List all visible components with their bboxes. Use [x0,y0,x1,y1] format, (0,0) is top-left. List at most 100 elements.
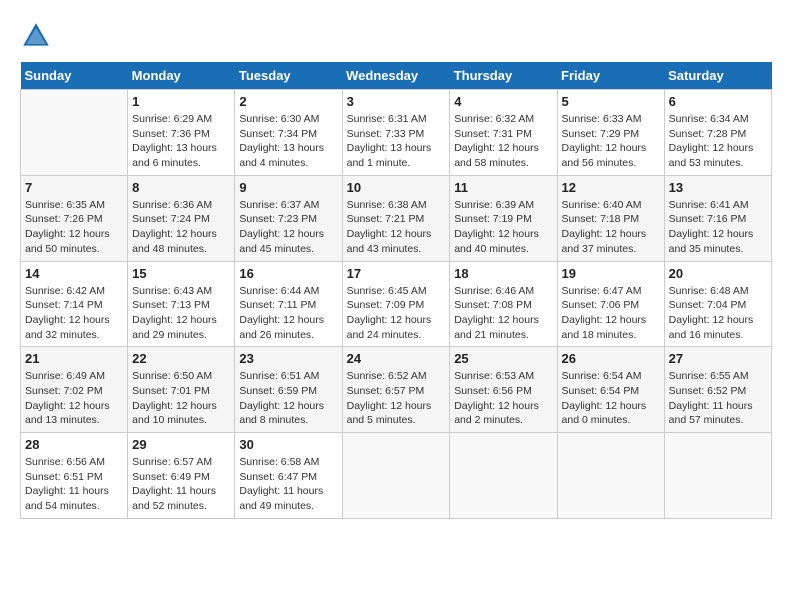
day-number: 7 [25,180,123,195]
day-number: 22 [132,351,230,366]
calendar-cell [342,433,450,519]
header-day: Saturday [664,62,771,90]
day-number: 25 [454,351,552,366]
day-info: Sunrise: 6:33 AMSunset: 7:29 PMDaylight:… [562,112,660,171]
day-number: 14 [25,266,123,281]
day-info: Sunrise: 6:49 AMSunset: 7:02 PMDaylight:… [25,369,123,428]
day-number: 24 [347,351,446,366]
day-number: 26 [562,351,660,366]
day-info: Sunrise: 6:54 AMSunset: 6:54 PMDaylight:… [562,369,660,428]
day-info: Sunrise: 6:46 AMSunset: 7:08 PMDaylight:… [454,284,552,343]
day-number: 21 [25,351,123,366]
calendar-cell: 27 Sunrise: 6:55 AMSunset: 6:52 PMDaylig… [664,347,771,433]
header-day: Tuesday [235,62,342,90]
calendar-table: SundayMondayTuesdayWednesdayThursdayFrid… [20,62,772,519]
day-number: 16 [239,266,337,281]
calendar-cell: 3 Sunrise: 6:31 AMSunset: 7:33 PMDayligh… [342,90,450,176]
calendar-cell: 28 Sunrise: 6:56 AMSunset: 6:51 PMDaylig… [21,433,128,519]
header-day: Friday [557,62,664,90]
day-info: Sunrise: 6:30 AMSunset: 7:34 PMDaylight:… [239,112,337,171]
calendar-cell: 8 Sunrise: 6:36 AMSunset: 7:24 PMDayligh… [128,175,235,261]
calendar-cell [557,433,664,519]
calendar-cell: 18 Sunrise: 6:46 AMSunset: 7:08 PMDaylig… [450,261,557,347]
calendar-cell: 6 Sunrise: 6:34 AMSunset: 7:28 PMDayligh… [664,90,771,176]
calendar-cell: 20 Sunrise: 6:48 AMSunset: 7:04 PMDaylig… [664,261,771,347]
calendar-cell: 12 Sunrise: 6:40 AMSunset: 7:18 PMDaylig… [557,175,664,261]
day-info: Sunrise: 6:48 AMSunset: 7:04 PMDaylight:… [669,284,767,343]
calendar-cell: 19 Sunrise: 6:47 AMSunset: 7:06 PMDaylig… [557,261,664,347]
day-info: Sunrise: 6:36 AMSunset: 7:24 PMDaylight:… [132,198,230,257]
day-info: Sunrise: 6:37 AMSunset: 7:23 PMDaylight:… [239,198,337,257]
calendar-cell [664,433,771,519]
calendar-cell: 10 Sunrise: 6:38 AMSunset: 7:21 PMDaylig… [342,175,450,261]
day-number: 3 [347,94,446,109]
calendar-week-row: 14 Sunrise: 6:42 AMSunset: 7:14 PMDaylig… [21,261,772,347]
day-number: 4 [454,94,552,109]
day-info: Sunrise: 6:35 AMSunset: 7:26 PMDaylight:… [25,198,123,257]
day-number: 28 [25,437,123,452]
calendar-cell: 25 Sunrise: 6:53 AMSunset: 6:56 PMDaylig… [450,347,557,433]
day-number: 10 [347,180,446,195]
calendar-cell: 21 Sunrise: 6:49 AMSunset: 7:02 PMDaylig… [21,347,128,433]
day-info: Sunrise: 6:44 AMSunset: 7:11 PMDaylight:… [239,284,337,343]
day-number: 9 [239,180,337,195]
day-number: 15 [132,266,230,281]
calendar-cell: 13 Sunrise: 6:41 AMSunset: 7:16 PMDaylig… [664,175,771,261]
day-info: Sunrise: 6:55 AMSunset: 6:52 PMDaylight:… [669,369,767,428]
day-number: 19 [562,266,660,281]
calendar-cell: 30 Sunrise: 6:58 AMSunset: 6:47 PMDaylig… [235,433,342,519]
header-day: Wednesday [342,62,450,90]
day-number: 20 [669,266,767,281]
logo-icon [20,20,52,52]
calendar-week-row: 1 Sunrise: 6:29 AMSunset: 7:36 PMDayligh… [21,90,772,176]
day-info: Sunrise: 6:57 AMSunset: 6:49 PMDaylight:… [132,455,230,514]
day-number: 17 [347,266,446,281]
page-header [20,20,772,52]
calendar-cell [450,433,557,519]
calendar-cell: 4 Sunrise: 6:32 AMSunset: 7:31 PMDayligh… [450,90,557,176]
day-info: Sunrise: 6:40 AMSunset: 7:18 PMDaylight:… [562,198,660,257]
day-info: Sunrise: 6:56 AMSunset: 6:51 PMDaylight:… [25,455,123,514]
day-info: Sunrise: 6:31 AMSunset: 7:33 PMDaylight:… [347,112,446,171]
day-number: 12 [562,180,660,195]
day-info: Sunrise: 6:53 AMSunset: 6:56 PMDaylight:… [454,369,552,428]
header-day: Monday [128,62,235,90]
day-number: 11 [454,180,552,195]
day-info: Sunrise: 6:38 AMSunset: 7:21 PMDaylight:… [347,198,446,257]
day-info: Sunrise: 6:41 AMSunset: 7:16 PMDaylight:… [669,198,767,257]
calendar-week-row: 21 Sunrise: 6:49 AMSunset: 7:02 PMDaylig… [21,347,772,433]
day-number: 27 [669,351,767,366]
calendar-cell: 24 Sunrise: 6:52 AMSunset: 6:57 PMDaylig… [342,347,450,433]
header-day: Sunday [21,62,128,90]
calendar-cell: 15 Sunrise: 6:43 AMSunset: 7:13 PMDaylig… [128,261,235,347]
calendar-cell: 23 Sunrise: 6:51 AMSunset: 6:59 PMDaylig… [235,347,342,433]
calendar-cell: 29 Sunrise: 6:57 AMSunset: 6:49 PMDaylig… [128,433,235,519]
day-number: 30 [239,437,337,452]
day-number: 6 [669,94,767,109]
day-number: 13 [669,180,767,195]
day-info: Sunrise: 6:34 AMSunset: 7:28 PMDaylight:… [669,112,767,171]
header-day: Thursday [450,62,557,90]
day-info: Sunrise: 6:45 AMSunset: 7:09 PMDaylight:… [347,284,446,343]
day-info: Sunrise: 6:47 AMSunset: 7:06 PMDaylight:… [562,284,660,343]
day-info: Sunrise: 6:51 AMSunset: 6:59 PMDaylight:… [239,369,337,428]
day-number: 18 [454,266,552,281]
logo [20,20,56,52]
day-info: Sunrise: 6:52 AMSunset: 6:57 PMDaylight:… [347,369,446,428]
day-info: Sunrise: 6:43 AMSunset: 7:13 PMDaylight:… [132,284,230,343]
calendar-week-row: 28 Sunrise: 6:56 AMSunset: 6:51 PMDaylig… [21,433,772,519]
day-info: Sunrise: 6:39 AMSunset: 7:19 PMDaylight:… [454,198,552,257]
day-info: Sunrise: 6:42 AMSunset: 7:14 PMDaylight:… [25,284,123,343]
day-info: Sunrise: 6:29 AMSunset: 7:36 PMDaylight:… [132,112,230,171]
day-number: 8 [132,180,230,195]
calendar-cell: 1 Sunrise: 6:29 AMSunset: 7:36 PMDayligh… [128,90,235,176]
day-info: Sunrise: 6:58 AMSunset: 6:47 PMDaylight:… [239,455,337,514]
calendar-cell: 7 Sunrise: 6:35 AMSunset: 7:26 PMDayligh… [21,175,128,261]
calendar-cell: 16 Sunrise: 6:44 AMSunset: 7:11 PMDaylig… [235,261,342,347]
day-number: 2 [239,94,337,109]
calendar-cell: 2 Sunrise: 6:30 AMSunset: 7:34 PMDayligh… [235,90,342,176]
day-number: 23 [239,351,337,366]
calendar-cell: 5 Sunrise: 6:33 AMSunset: 7:29 PMDayligh… [557,90,664,176]
header-row: SundayMondayTuesdayWednesdayThursdayFrid… [21,62,772,90]
calendar-cell: 17 Sunrise: 6:45 AMSunset: 7:09 PMDaylig… [342,261,450,347]
